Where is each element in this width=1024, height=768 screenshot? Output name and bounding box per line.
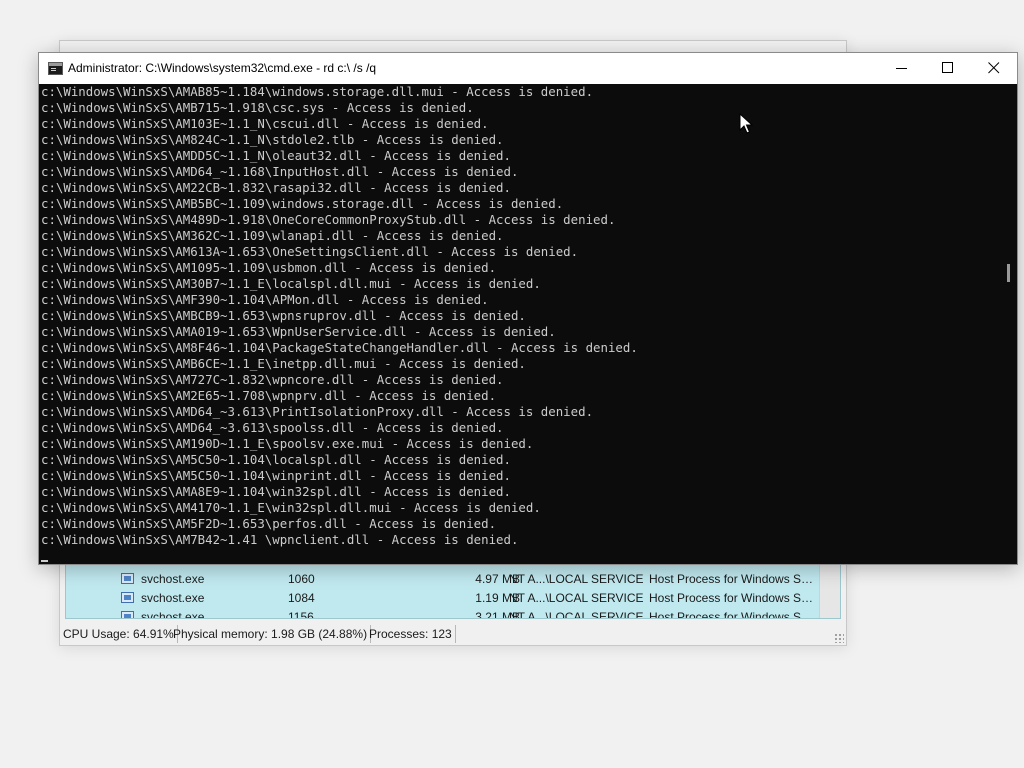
process-list[interactable]: svchost.exe 1056 1.55 MB NT A...\LOCAL S… — [65, 559, 841, 619]
console-output[interactable]: c:\Windows\WinSxS\AMAB85~1.184\windows.s… — [39, 84, 999, 564]
console-line: c:\Windows\WinSxS\AM727C~1.832\wpncore.d… — [41, 372, 504, 387]
window-title: Administrator: C:\Windows\system32\cmd.e… — [68, 61, 377, 75]
console-line: c:\Windows\WinSxS\AM489D~1.918\OneCoreCo… — [41, 212, 616, 227]
console-line: c:\Windows\WinSxS\AMB6CE~1.1_E\inetpp.dl… — [41, 356, 526, 371]
console-line: c:\Windows\WinSxS\AMB715~1.918\csc.sys -… — [41, 100, 474, 115]
minimize-button[interactable] — [879, 53, 925, 84]
close-button[interactable] — [971, 53, 1017, 84]
minimize-icon — [896, 68, 907, 69]
mouse-pointer-icon — [739, 113, 753, 134]
console-line: c:\Windows\WinSxS\AM2E65~1.708\wpnprv.dl… — [41, 388, 497, 403]
process-pid: 1084 — [288, 591, 315, 605]
cmd-icon[interactable] — [48, 62, 63, 75]
process-count: Processes: 123 — [366, 625, 456, 643]
console-line: c:\Windows\WinSxS\AMDD5C~1.1_N\oleaut32.… — [41, 148, 511, 163]
console-line: c:\Windows\WinSxS\AM5C50~1.104\winprint.… — [41, 468, 511, 483]
console-line: c:\Windows\WinSxS\AMAB85~1.184\windows.s… — [41, 84, 594, 99]
console-line: c:\Windows\WinSxS\AM1095~1.109\usbmon.dl… — [41, 260, 497, 275]
process-icon — [121, 573, 134, 584]
table-row[interactable]: svchost.exe 1084 1.19 MB NT A...\LOCAL S… — [66, 589, 840, 608]
console-line: c:\Windows\WinSxS\AMD64_~1.168\InputHost… — [41, 164, 519, 179]
title-bar[interactable]: Administrator: C:\Windows\system32\cmd.e… — [39, 53, 1017, 84]
cmd-window[interactable]: Administrator: C:\Windows\system32\cmd.e… — [38, 52, 1018, 565]
console-line: c:\Windows\WinSxS\AM613A~1.653\OneSettin… — [41, 244, 579, 259]
cpu-usage: CPU Usage: 64.91% — [60, 625, 178, 643]
console-line: c:\Windows\WinSxS\AMD64_~3.613\spoolss.d… — [41, 420, 504, 435]
console-line: c:\Windows\WinSxS\AM4170~1.1_E\win32spl.… — [41, 500, 541, 515]
console-line: c:\Windows\WinSxS\AM362C~1.109\wlanapi.d… — [41, 228, 504, 243]
process-icon — [121, 611, 134, 618]
scrollbar-thumb[interactable] — [1007, 264, 1010, 282]
console-line: c:\Windows\WinSxS\AMF390~1.104\APMon.dll… — [41, 292, 489, 307]
console-line: c:\Windows\WinSxS\AM103E~1.1_N\cscui.dll… — [41, 116, 489, 131]
console-line: c:\Windows\WinSxS\AMB5BC~1.109\windows.s… — [41, 196, 564, 211]
status-bar: CPU Usage: 64.91% Physical memory: 1.98 … — [60, 623, 846, 645]
process-user: NT A...\LOCAL SERVICE — [509, 572, 644, 586]
process-user: NT A...\LOCAL SERVICE — [509, 610, 644, 619]
console-line: c:\Windows\WinSxS\AM8F46~1.104\PackageSt… — [41, 340, 638, 355]
console-line: c:\Windows\WinSxS\AMA8E9~1.104\win32spl.… — [41, 484, 511, 499]
table-row[interactable]: svchost.exe 1060 4.97 MB NT A...\LOCAL S… — [66, 570, 840, 589]
console-line: c:\Windows\WinSxS\AM824C~1.1_N\stdole2.t… — [41, 132, 504, 147]
process-description: Host Process for Windows Ser... — [649, 610, 817, 619]
console-line: c:\Windows\WinSxS\AM5F2D~1.653\perfos.dl… — [41, 516, 497, 531]
process-name: svchost.exe — [141, 572, 205, 586]
process-description: Host Process for Windows Ser... — [649, 572, 817, 586]
console-scrollbar[interactable] — [999, 84, 1017, 564]
console-line: c:\Windows\WinSxS\AMBCB9~1.653\wpnsrupro… — [41, 308, 526, 323]
console-line: c:\Windows\WinSxS\AM5C50~1.104\localspl.… — [41, 452, 511, 467]
process-pid: 1156 — [288, 610, 314, 619]
console-line: c:\Windows\WinSxS\AM22CB~1.832\rasapi32.… — [41, 180, 511, 195]
process-pid: 1060 — [288, 572, 315, 586]
table-row[interactable]: svchost.exe 1156 3.21 MB NT A...\LOCAL S… — [66, 608, 840, 619]
physical-memory: Physical memory: 1.98 GB (24.88%) — [170, 625, 372, 643]
maximize-icon — [942, 62, 953, 73]
console-line: c:\Windows\WinSxS\AM30B7~1.1_E\localspl.… — [41, 276, 541, 291]
process-user: NT A...\LOCAL SERVICE — [509, 591, 644, 605]
process-description: Host Process for Windows Ser... — [649, 591, 817, 605]
process-icon — [121, 592, 134, 603]
console-line: c:\Windows\WinSxS\AM190D~1.1_E\spoolsv.e… — [41, 436, 534, 451]
close-icon — [988, 62, 1000, 74]
console-line: c:\Windows\WinSxS\AMA019~1.653\WpnUserSe… — [41, 324, 556, 339]
console-line: c:\Windows\WinSxS\AMD64_~3.613\PrintIsol… — [41, 404, 594, 419]
process-name: svchost.exe — [141, 610, 205, 619]
process-list-scrollbar[interactable] — [819, 560, 840, 618]
resize-grip[interactable] — [834, 633, 844, 643]
text-cursor — [41, 560, 48, 562]
console-line: c:\Windows\WinSxS\AM7B42~1.41 \wpnclient… — [41, 532, 519, 547]
process-name: svchost.exe — [141, 591, 205, 605]
maximize-button[interactable] — [925, 53, 971, 84]
